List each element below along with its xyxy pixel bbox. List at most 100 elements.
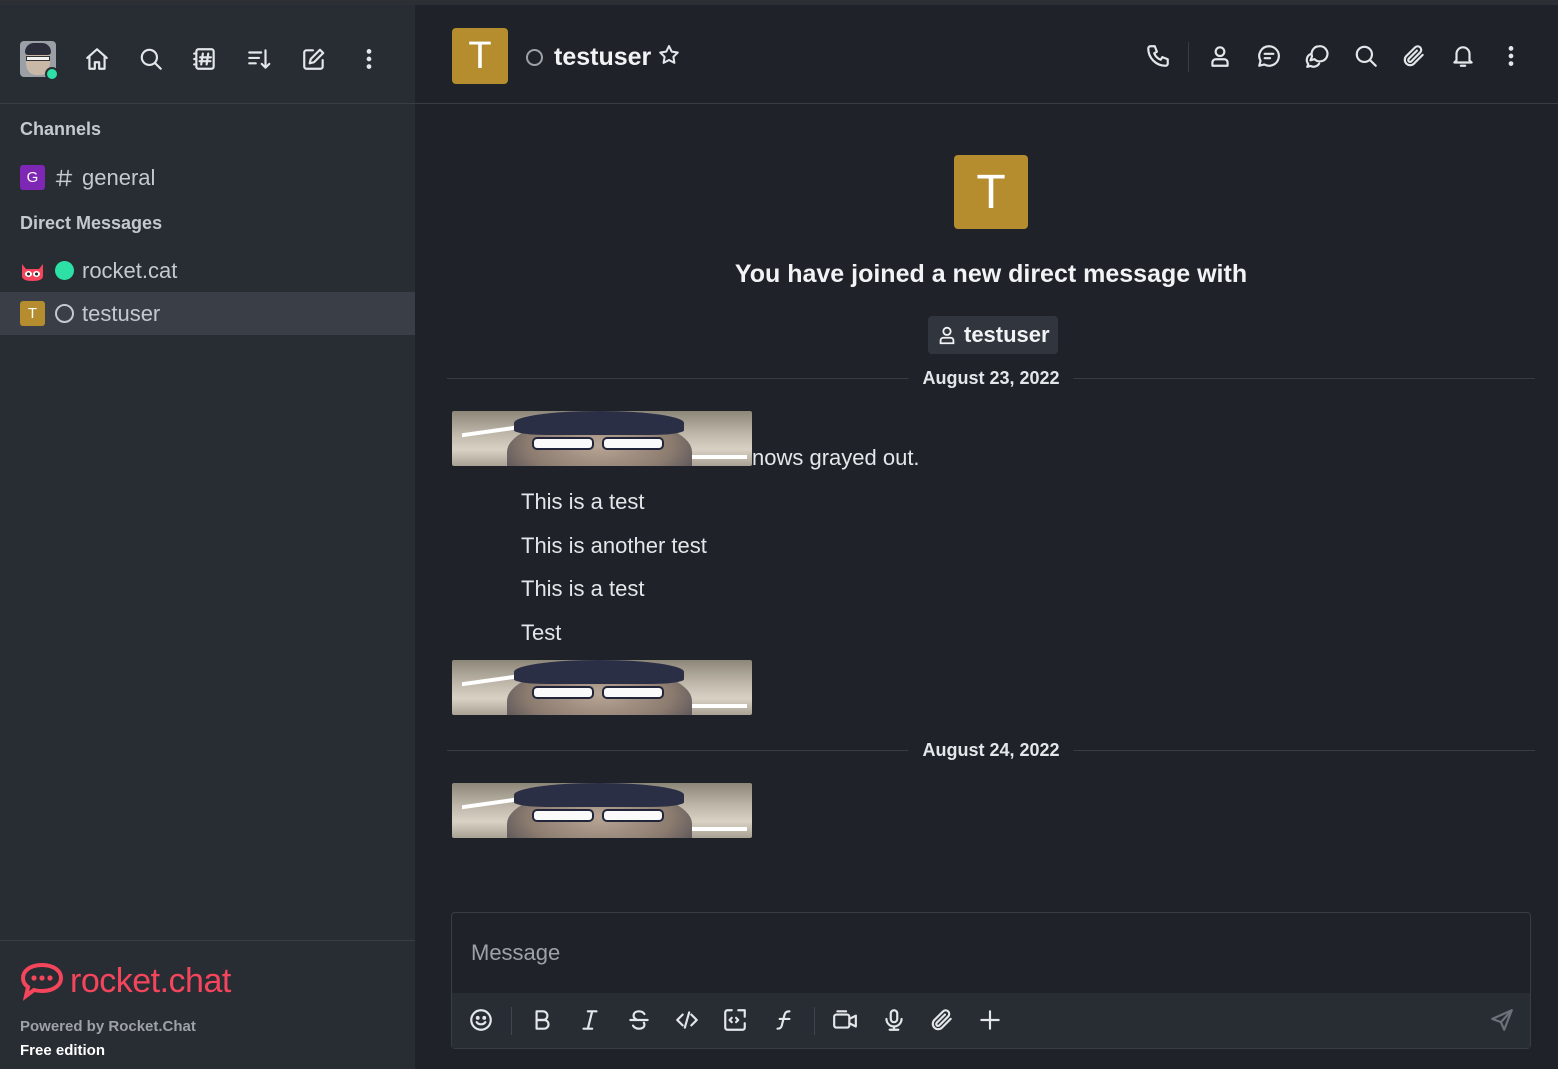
composer-toolbar (452, 993, 1530, 1048)
threads-icon (1305, 45, 1329, 68)
strikethrough-button[interactable] (625, 1006, 653, 1034)
message-text: This is a test (521, 576, 645, 601)
message-text: This is another test (521, 533, 707, 558)
sidebar-item-testuser[interactable]: T testuser (0, 292, 415, 335)
video-message-button[interactable] (831, 1006, 859, 1034)
status-online-icon (54, 261, 74, 281)
attachment-button[interactable] (928, 1006, 956, 1034)
room-header-avatar[interactable]: T (452, 28, 508, 84)
message-image[interactable] (452, 783, 752, 838)
sort-icon (248, 49, 271, 69)
attachment-icon (931, 1009, 952, 1031)
home-icon (86, 48, 108, 70)
day-separator: August 23, 2022 (447, 368, 1535, 389)
sidebar-item-label: general (82, 164, 156, 190)
user-chip-label: testuser (964, 322, 1050, 347)
discussion-icon (1258, 45, 1280, 67)
notifications-button[interactable] (1449, 42, 1477, 70)
user-info-icon (1211, 46, 1229, 67)
rocket-chat-app: Channels G general Direct Messages rocke… (0, 0, 1558, 1069)
emoji-button[interactable] (467, 1006, 495, 1034)
sidebar-header (0, 5, 415, 104)
sidebar-footer: rocket.chat Powered by Rocket.Chat Free … (0, 940, 415, 1069)
day-separator-label: August 23, 2022 (908, 368, 1074, 389)
files-icon (1403, 45, 1424, 67)
hashtag-icon (54, 168, 74, 188)
kebab-menu-icon (1508, 46, 1514, 66)
sidebar: Channels G general Direct Messages rocke… (0, 5, 415, 1069)
room-header: T testuser (415, 5, 1558, 104)
day-separator-label: August 24, 2022 (908, 740, 1074, 761)
header-divider (1188, 42, 1189, 72)
search-messages-button[interactable] (1352, 42, 1380, 70)
call-button[interactable] (1144, 42, 1172, 70)
status-offline-icon (54, 304, 74, 324)
directory-button[interactable] (191, 45, 219, 73)
files-button[interactable] (1400, 42, 1428, 70)
room-main: T testuser T You have joined a new direc… (415, 5, 1558, 1069)
plus-icon (980, 1010, 1000, 1030)
threads-button[interactable] (1303, 42, 1331, 70)
user-info-button[interactable] (1206, 42, 1234, 70)
code-block-button[interactable] (721, 1006, 749, 1034)
send-button[interactable] (1488, 1006, 1516, 1034)
send-icon (1491, 1009, 1513, 1031)
strikethrough-icon (629, 1010, 649, 1030)
sidebar-item-label: testuser (82, 300, 161, 326)
day-separator: August 24, 2022 (447, 740, 1535, 761)
audio-message-button[interactable] (880, 1006, 908, 1034)
room-intro-text: You have joined a new direct message wit… (734, 260, 1248, 288)
sidebar-item-general[interactable]: G general (0, 156, 415, 199)
channels-section-title: Channels (20, 119, 102, 139)
formula-button[interactable] (770, 1006, 798, 1034)
call-icon (1147, 45, 1169, 67)
sidebar-item-label: rocket.cat (82, 257, 178, 283)
inline-code-icon (676, 1011, 698, 1029)
rocket-chat-logo-icon (20, 962, 64, 1001)
code-block-icon (724, 1009, 746, 1031)
room-intro-avatar: T (954, 155, 1028, 229)
create-new-icon (303, 48, 325, 70)
logo-text: rocket.chat (70, 961, 231, 1000)
home-button[interactable] (83, 45, 111, 73)
create-new-button[interactable] (300, 45, 328, 73)
room-title[interactable]: testuser (554, 43, 651, 72)
room-menu-button[interactable] (1497, 42, 1525, 70)
room-avatar: G (20, 165, 45, 190)
notifications-icon (1453, 46, 1473, 67)
emoji-icon (470, 1009, 492, 1031)
message-text: This is a test (521, 489, 645, 514)
rocket-cat-avatar (20, 258, 45, 283)
message-text: nows grayed out. (752, 445, 920, 470)
user-icon (939, 326, 955, 345)
audio-message-icon (885, 1009, 903, 1031)
sidebar-item-rocket-cat[interactable]: rocket.cat (0, 249, 415, 292)
status-offline-icon (526, 49, 543, 66)
direct-messages-section-title: Direct Messages (20, 213, 163, 233)
discussion-button[interactable] (1255, 42, 1283, 70)
powered-by-label: Powered by Rocket.Chat (20, 1018, 196, 1035)
italic-icon (582, 1010, 598, 1030)
message-image[interactable] (452, 660, 752, 715)
message-input[interactable] (452, 913, 1530, 993)
search-icon (140, 48, 162, 70)
more-actions-button[interactable] (976, 1006, 1004, 1034)
bold-icon (535, 1010, 550, 1030)
rocket-chat-logo: rocket.chat (20, 959, 231, 1003)
directory-icon (193, 48, 215, 70)
favorite-button[interactable] (657, 43, 681, 67)
message-composer (451, 912, 1531, 1049)
user-status-online (45, 67, 59, 81)
bold-button[interactable] (528, 1006, 556, 1034)
sort-button[interactable] (245, 45, 273, 73)
message-image[interactable] (452, 411, 752, 466)
italic-button[interactable] (576, 1006, 604, 1034)
search-button[interactable] (137, 45, 165, 73)
rocket-cat-icon (22, 263, 43, 281)
edition-label: Free edition (20, 1042, 106, 1059)
video-message-icon (833, 1010, 857, 1029)
user-mention-chip[interactable]: testuser (928, 316, 1058, 354)
star-icon (659, 45, 679, 64)
sidebar-menu-button[interactable] (355, 45, 383, 73)
inline-code-button[interactable] (673, 1006, 701, 1034)
